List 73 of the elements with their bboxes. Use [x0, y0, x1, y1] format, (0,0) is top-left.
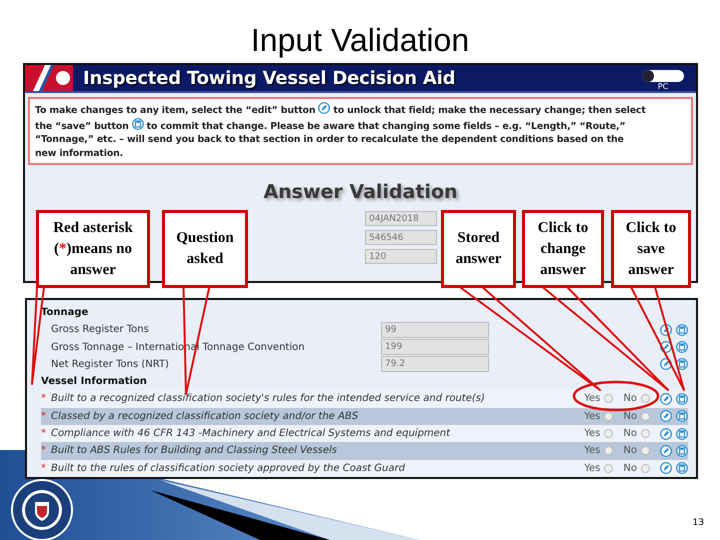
edit-icon[interactable]	[660, 444, 672, 457]
asterisk-mark: *	[41, 393, 47, 404]
callout-text: Question	[176, 230, 234, 246]
row-label: Net Register Tons (NRT)	[51, 358, 170, 370]
callout-text: answer	[628, 262, 674, 278]
save-icon[interactable]	[676, 444, 688, 457]
question-text: Compliance with 46 CFR 143 -Machinery and Electrical Systems and equipment	[51, 428, 450, 440]
option-label: Yes	[584, 445, 600, 456]
save-icon[interactable]	[676, 324, 688, 336]
option-label: No	[623, 410, 637, 422]
input-field[interactable]: 99	[381, 322, 489, 338]
section-heading: Tonnage	[41, 306, 90, 320]
notice-text: the “save” button	[35, 120, 129, 132]
asterisk-mark: *	[59, 240, 67, 256]
callout-text: Stored	[457, 230, 500, 246]
input-field[interactable]: 79.2	[381, 356, 489, 372]
save-icon[interactable]	[676, 341, 688, 354]
notice-text: To make changes to any item, select the “edit” button	[35, 105, 316, 116]
callout-text: change	[540, 240, 586, 256]
row-label: Gross Register Tons	[51, 324, 150, 336]
save-icon[interactable]	[676, 428, 688, 440]
option-label: No	[623, 428, 637, 440]
option-label: No	[623, 462, 637, 474]
callout-text: )means no	[66, 240, 132, 256]
input-field[interactable]: 199	[381, 339, 489, 356]
question-text: Built to the rules of classification society approved by the Coast Guard	[51, 462, 405, 474]
toggle-switch[interactable]	[642, 70, 684, 82]
notice-text: to commit that change. Please be aware that changing some fields – e.g. “Length,” “Route,”	[146, 120, 626, 132]
callout-text: asked	[186, 251, 224, 267]
callout-text: Click to	[538, 220, 588, 236]
section-title: Answer Validation	[262, 181, 459, 203]
option-label: No	[623, 393, 637, 404]
seal-icon	[10, 478, 74, 540]
option-label: Yes	[584, 428, 600, 440]
callout-text: save	[637, 240, 665, 256]
edit-icon[interactable]	[660, 462, 672, 474]
callout-text: answer	[456, 251, 502, 267]
callout-text: answer	[540, 262, 586, 278]
asterisk-mark: *	[41, 462, 47, 474]
notice-text: to unlock that field; make the necessary change; then select	[333, 105, 646, 116]
edit-icon	[318, 102, 330, 114]
section-heading: Vessel Information	[41, 375, 148, 390]
app-title: Inspected Towing Vessel Decision Aid	[83, 68, 456, 88]
coast-guard-stripe-icon	[25, 65, 73, 91]
option-label: Yes	[584, 462, 600, 474]
slide-title: Input Validation	[250, 21, 470, 60]
question-text: Classed by a recognized classification society and/or the ABS	[51, 410, 358, 422]
callout-text: answer	[70, 262, 116, 278]
page-number: 13	[692, 518, 704, 528]
callout-text: (	[54, 240, 60, 256]
notice-text: new information.	[35, 148, 124, 158]
edit-icon[interactable]	[660, 428, 672, 440]
callout-text: Red asterisk	[53, 220, 133, 236]
toggle-label: PC	[658, 82, 668, 90]
save-icon[interactable]	[676, 392, 688, 405]
save-icon[interactable]	[676, 462, 688, 474]
input-field[interactable]: 120	[365, 249, 437, 264]
asterisk-mark: *	[41, 410, 47, 422]
input-field[interactable]: 04JAN2018	[365, 211, 437, 226]
edit-icon[interactable]	[660, 392, 672, 405]
option-label: Yes	[584, 393, 600, 404]
notice-text: “Tonnage,” etc. – will send you back to that section in order to recalculate the dependent conditions based on the	[35, 134, 624, 145]
option-label: Yes	[584, 410, 600, 422]
input-field[interactable]: 546546	[365, 230, 437, 245]
callout-text: Click to	[626, 220, 676, 236]
question-text: Built to a recognized classification society's rules for the intended service and route(s)	[51, 393, 485, 404]
question-text: Built to ABS Rules for Building and Classing Steel Vessels	[51, 445, 338, 456]
asterisk-mark: *	[41, 428, 47, 440]
edit-icon[interactable]	[660, 410, 672, 422]
asterisk-mark: *	[41, 445, 47, 456]
option-label: No	[623, 445, 637, 456]
save-icon	[132, 118, 144, 130]
save-icon[interactable]	[676, 410, 688, 422]
